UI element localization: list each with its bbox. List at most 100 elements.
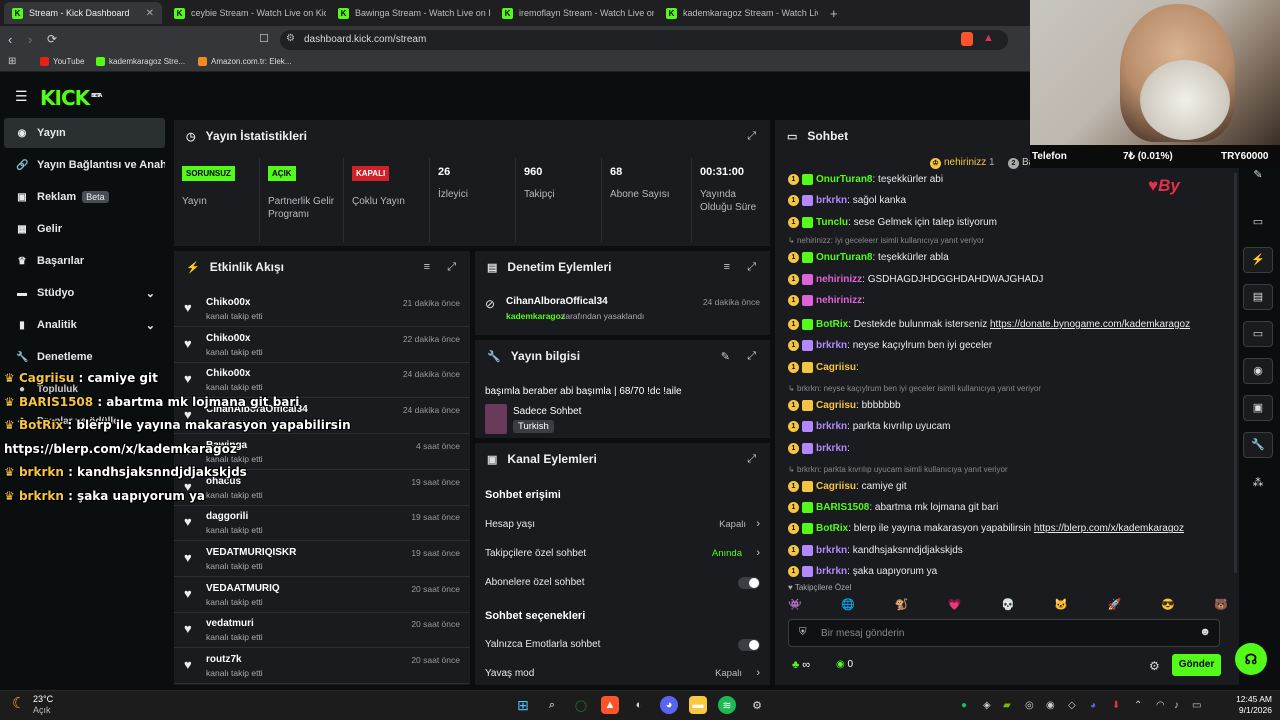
weather-widget[interactable]: 23°C Açık (33, 694, 53, 716)
send-button[interactable]: Gönder (1172, 654, 1221, 676)
chat-message[interactable]: 1 brkrkn: parkta kıvrılıp uyucam (788, 421, 951, 433)
sidebar-item-gelir[interactable]: ▦ Gelir (4, 214, 165, 244)
chat-username[interactable]: brkrkn (816, 545, 847, 556)
chevron-right-icon[interactable]: › (756, 547, 760, 559)
subscribers-only-toggle[interactable] (738, 577, 760, 589)
sidebar-item-stream-key[interactable]: 🔗Yayın Bağlantısı ve Anahtarı (4, 150, 165, 180)
tab-kick-dashboard[interactable]: K Stream - Kick Dashboard ✕ (4, 2, 162, 24)
apps-grid-icon[interactable]: ⊞ (8, 56, 16, 67)
xbox-icon[interactable]: ◯ (572, 696, 590, 714)
chat-username[interactable]: nehirinizz (816, 295, 862, 306)
expand-icon[interactable]: ⤢ (747, 350, 756, 363)
tab-bawinga[interactable]: K Bawinga Stream - Watch Live on Kick (330, 2, 490, 24)
emoji-icon[interactable]: ☻ (1199, 626, 1211, 638)
activity-row[interactable]: ♥ Chiko00x kanalı takip etti 21 dakika önce (174, 291, 470, 327)
tray-icon[interactable]: ⬇ (1112, 700, 1120, 711)
bookmark-kademkaragoz[interactable]: kademkaragoz Stre... (96, 57, 185, 66)
window-icon[interactable]: ▣ (1243, 395, 1273, 421)
activity-row[interactable]: ♥ VEDATMURIQISKR kanalı takip etti 19 saat … (174, 541, 470, 577)
activity-username[interactable]: VEDAATMURIQ (206, 583, 280, 594)
chat-scrollbar[interactable] (1234, 173, 1237, 573)
file-explorer-icon[interactable]: ▬ (689, 696, 707, 714)
record-icon[interactable]: ◉ (1243, 358, 1273, 384)
filter-icon[interactable]: ≡ (424, 261, 430, 273)
slow-mode-value[interactable]: Kapalı (715, 668, 742, 679)
banned-user[interactable]: CihanAlboraOffical34 (506, 296, 608, 307)
url-input[interactable]: dashboard.kick.com/stream (280, 30, 1008, 50)
chat-message[interactable]: 1 brkrkn: (788, 442, 853, 454)
discord-icon[interactable]: ◕ (660, 696, 678, 714)
chat-message[interactable]: 1 BotRix: Destekde bulunmak isterseniz ht… (788, 319, 1190, 330)
edit-icon[interactable]: ✎ (721, 350, 730, 363)
tray-icon[interactable]: ◇ (1068, 700, 1076, 711)
chat-link[interactable]: https://donate.bynogame.com/kademkaragoz (990, 319, 1190, 330)
group-icon[interactable]: ⁂ (1243, 471, 1273, 497)
chat-username[interactable]: brkrkn (816, 195, 847, 206)
chat-message[interactable]: 1 Tunclu: sese Gelmek için talep istiyoru… (788, 216, 997, 228)
new-tab-button[interactable]: + (822, 2, 846, 24)
tray-discord-icon[interactable]: ◕ (1090, 700, 1096, 711)
chat-username[interactable]: Cagriisu (816, 481, 856, 492)
activity-username[interactable]: vedatmuri (206, 618, 254, 629)
settings-icon[interactable]: ⚙ (748, 696, 766, 714)
chat-username[interactable]: brkrkn (816, 566, 847, 577)
tray-icon[interactable]: ◈ (983, 700, 991, 711)
emote-bar[interactable]: 👾 🌐 🐒 💗 💀 🐱 🚀 😎 🐻 (788, 598, 1228, 612)
wrench-icon[interactable]: 🔧 (1243, 432, 1273, 458)
chevron-right-icon[interactable]: › (756, 667, 760, 679)
chat-message[interactable]: 1 brkrkn: kandhsjaksnndjdjakskjds (788, 544, 963, 556)
chat-username[interactable]: nehirinizz (816, 274, 862, 285)
chat-input[interactable]: ⛨ Bir mesaj gönderin ☻ (788, 619, 1220, 647)
activity-username[interactable]: Chiko00x (206, 368, 250, 379)
activity-row[interactable]: ♥ routz7k kanalı takip etti 20 saat önce (174, 648, 470, 684)
activity-row[interactable]: ♥ Chiko00x kanalı takip etti 22 dakika önce (174, 327, 470, 363)
sidebar-item-yayin[interactable]: ◉ Yayın (4, 118, 165, 148)
chat-message[interactable]: 1 OnurTuran8: teşekkürler abi (788, 174, 943, 185)
list-icon[interactable]: ▤ (1243, 284, 1273, 310)
followers-only-value[interactable]: Anında (712, 548, 742, 559)
category-name[interactable]: Sadece Sohbet (513, 406, 581, 417)
chat-username[interactable]: BotRix (816, 523, 848, 534)
activity-username[interactable]: Chiko00x (206, 333, 250, 344)
chat-message[interactable]: 1 nehirinizz: GSDHAGDJHDGGHDAHDWAJGHADJ (788, 273, 1043, 285)
windows-start-icon[interactable]: ⊞ (514, 696, 532, 714)
sidebar-item-basarilar[interactable]: ♛ Başarılar (4, 246, 165, 276)
chat-message[interactable]: 1 Cagriisu: bbbbbbb (788, 399, 901, 411)
chat-message[interactable]: 1 BotRix: blerp ile yayına makarasyon yap… (788, 523, 1184, 535)
tray-icon[interactable]: ◉ (1046, 700, 1055, 711)
chat-message[interactable]: 1 Cagriisu: camiye git (788, 480, 907, 492)
settings-gear-icon[interactable]: ⚙ (1149, 659, 1160, 673)
site-info-icon[interactable]: ⚙ (286, 33, 295, 44)
steam-icon[interactable]: ◐ (630, 696, 648, 714)
sidebar-item-analitik[interactable]: ▮ Analitik ⌄ (4, 310, 165, 340)
chat-username[interactable]: brkrkn (816, 340, 847, 351)
brave-browser-icon[interactable]: ▲ (601, 696, 619, 714)
brave-rewards-icon[interactable]: ▲ (983, 32, 994, 44)
activity-username[interactable]: routz7k (206, 654, 242, 665)
volume-icon[interactable]: ♪ (1174, 700, 1179, 711)
wifi-icon[interactable]: ◠ (1156, 700, 1165, 711)
expand-icon[interactable]: ⤢ (747, 453, 756, 466)
bookmark-icon[interactable]: ☐ (259, 32, 269, 45)
forward-icon[interactable]: › (28, 32, 32, 47)
bookmark-youtube[interactable]: YouTube (40, 57, 84, 66)
chat-username[interactable]: BARIS1508 (816, 502, 869, 513)
lightning-icon[interactable]: ⚡ (1243, 247, 1273, 273)
reload-icon[interactable]: ⟳ (47, 32, 57, 46)
expand-icon[interactable]: ⤢ (747, 130, 756, 143)
chat-message[interactable]: 1 brkrkn: sağol kanka (788, 195, 906, 207)
activity-row[interactable]: ♥ vedatmuri kanalı takip etti 20 saat önce (174, 612, 470, 649)
expand-icon[interactable]: ⤢ (747, 261, 756, 274)
menu-icon[interactable]: ☰ (15, 88, 28, 105)
chat-username[interactable]: Cagriisu (816, 400, 856, 411)
chat-message[interactable]: 1 nehirinizz: (788, 295, 868, 306)
filter-icon[interactable]: ≡ (724, 261, 730, 273)
chat-username[interactable]: brkrkn (816, 443, 847, 454)
chat-username[interactable]: Cagriisu (816, 362, 856, 373)
pinned-gifter[interactable]: ♔ nehirinizz 1 (930, 157, 995, 169)
chevron-right-icon[interactable]: › (756, 518, 760, 530)
chevron-up-icon[interactable]: ⌃ (1134, 700, 1142, 711)
sidebar-item-denetleme[interactable]: 🔧 Denetleme (4, 342, 165, 372)
activity-row[interactable]: ♥ Chiko00x kanalı takip etti 24 dakika önce (174, 362, 470, 399)
clock[interactable]: 12:45 AM 9/1/2026 (1222, 694, 1272, 716)
